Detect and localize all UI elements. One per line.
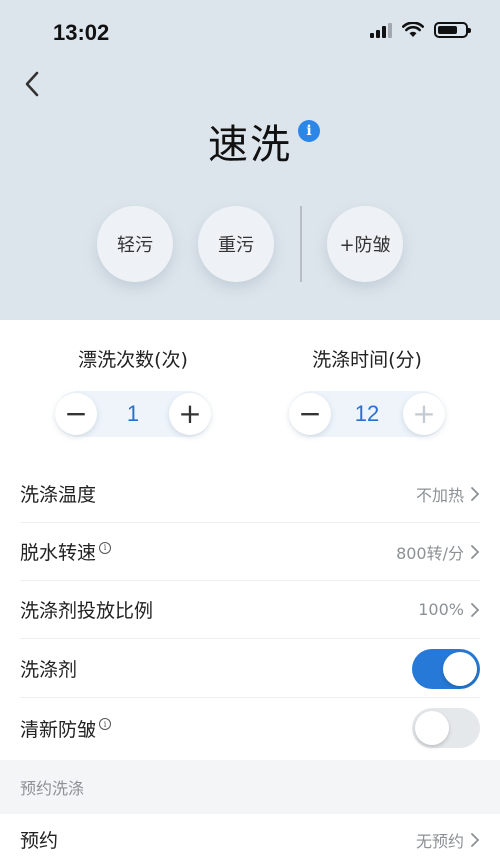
spin-speed-label-wrap: 脱水转速 i [20, 538, 112, 565]
wash-time-decrement-button[interactable]: − [289, 393, 331, 435]
fresh-anti-wrinkle-info-icon[interactable]: i [99, 718, 112, 730]
spin-speed-info-icon[interactable]: i [99, 541, 112, 554]
chevron-right-icon [471, 486, 480, 501]
toggle-knob [443, 651, 477, 686]
battery-icon [434, 22, 471, 38]
info-icon[interactable]: i [298, 120, 320, 142]
detergent-ratio-value: 100% [418, 600, 464, 619]
page-title: 速洗 [208, 122, 292, 168]
spin-speed-value-wrap: 800转/分 [396, 540, 480, 564]
detergent-ratio-value-wrap: 100% [418, 600, 480, 619]
mode-anti-wrinkle-button[interactable]: +防皱 [327, 206, 403, 282]
schedule-value: 无预约 [415, 831, 464, 851]
status-time: 13:02 [53, 20, 110, 45]
chevron-right-icon [471, 602, 480, 617]
wash-temperature-value-wrap: 不加热 [416, 482, 480, 506]
detergent-toggle[interactable] [412, 648, 480, 689]
toggle-knob [415, 711, 449, 745]
back-arrow-icon[interactable] [20, 70, 46, 98]
cellular-signal-icon [370, 22, 392, 38]
rinse-decrement-button[interactable]: − [55, 393, 97, 435]
row-detergent-ratio[interactable]: 洗涤剂投放比例 100% [20, 581, 480, 639]
mode-light-soil-button[interactable]: 轻污 [97, 206, 173, 282]
wash-time-increment-button[interactable]: + [402, 393, 445, 435]
row-detergent: 洗涤剂 [20, 640, 480, 698]
wash-temperature-label: 洗涤温度 [20, 484, 97, 506]
row-schedule[interactable]: 预约 无预约 [20, 814, 480, 865]
wifi-icon [402, 22, 424, 37]
detergent-label: 洗涤剂 [20, 659, 78, 681]
schedule-label: 预约 [20, 830, 59, 852]
rinse-increment-button[interactable]: + [169, 393, 211, 435]
chevron-right-icon [471, 544, 480, 559]
fresh-anti-wrinkle-toggle[interactable] [412, 708, 480, 748]
rinse-count-label: 漂洗次数(次) [78, 349, 188, 371]
row-wash-temperature[interactable]: 洗涤温度 不加热 [20, 465, 480, 523]
title-wrap: 速洗 [0, 112, 500, 170]
fresh-anti-wrinkle-label: 清新防皱 [20, 718, 97, 741]
wash-time-label: 洗涤时间(分) [312, 349, 422, 371]
rinse-count-value: 1 [126, 401, 140, 426]
mode-heavy-soil-button[interactable]: 重污 [198, 206, 274, 282]
fresh-anti-wrinkle-label-wrap: 清新防皱 i [20, 715, 112, 742]
wash-time-value: 12 [354, 401, 380, 426]
schedule-section-header: 预约洗涤 [0, 760, 500, 814]
detergent-ratio-label: 洗涤剂投放比例 [20, 600, 154, 622]
row-fresh-anti-wrinkle: 清新防皱 i [20, 699, 480, 757]
wash-temperature-value: 不加热 [415, 485, 464, 505]
schedule-value-wrap: 无预约 [416, 828, 480, 852]
spin-speed-label: 脱水转速 [20, 542, 97, 564]
chevron-right-icon [471, 832, 480, 847]
row-spin-speed[interactable]: 脱水转速 i 800转/分 [20, 523, 480, 581]
rinse-count-stepper: − 1 + [55, 391, 211, 437]
wash-time-stepper: − 12 + [289, 391, 445, 437]
mode-divider [300, 206, 302, 282]
status-icons [370, 22, 471, 38]
schedule-section-title: 预约洗涤 [20, 779, 85, 798]
spin-speed-value: 800转/分 [396, 543, 464, 563]
